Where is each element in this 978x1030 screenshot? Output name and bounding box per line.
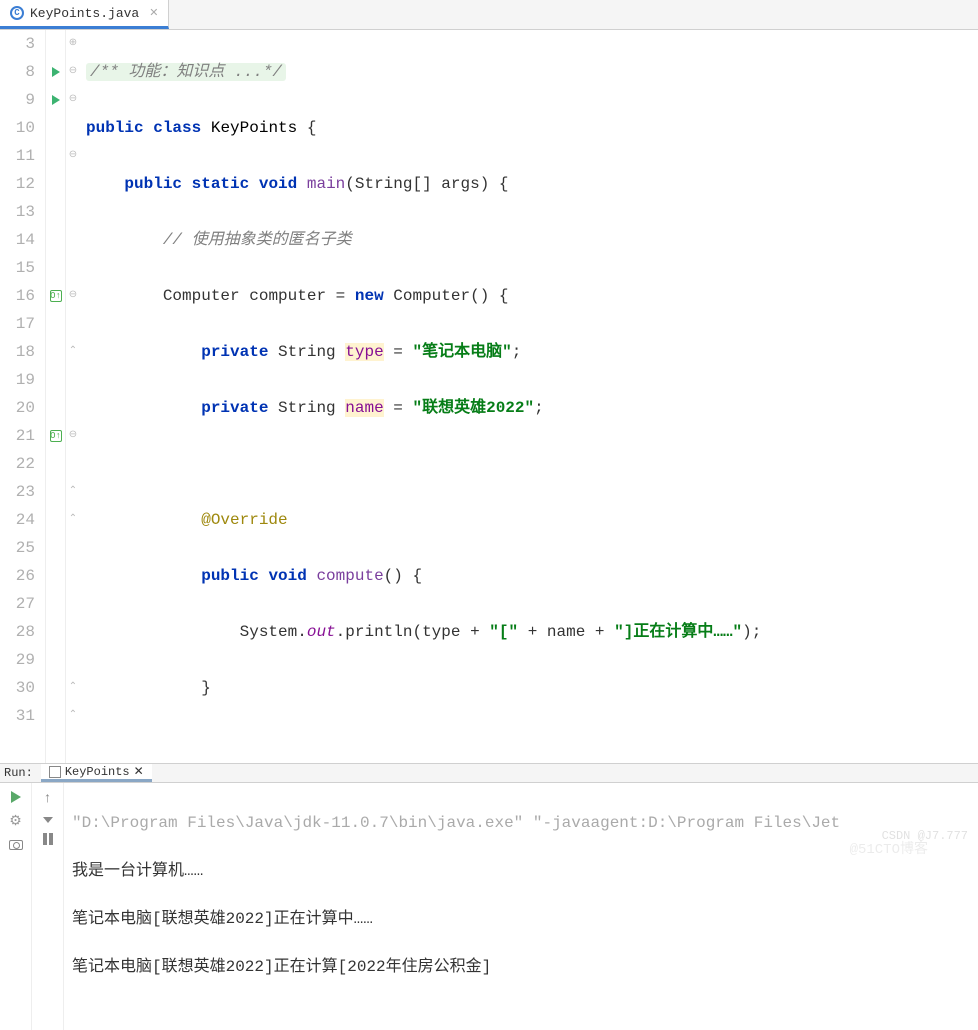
line-number: 8 — [0, 58, 41, 86]
fold-toggle[interactable]: ⊖ — [66, 58, 80, 86]
line-number: 21 — [0, 422, 41, 450]
console-output[interactable]: "D:\Program Files\Java\jdk-11.0.7\bin\ja… — [64, 783, 978, 1030]
run-class-icon[interactable] — [52, 67, 60, 77]
app-icon — [49, 766, 61, 778]
line-number: 16 — [0, 282, 41, 310]
doc-comment: /** 功能：知识点 ...*/ — [86, 63, 286, 81]
line-number: 17 — [0, 310, 41, 338]
fold-end[interactable]: ⌃ — [66, 702, 80, 730]
line-number: 15 — [0, 254, 41, 282]
fold-toggle[interactable]: ⊖ — [66, 86, 80, 114]
line-number: 22 — [0, 450, 41, 478]
line-number: 10 — [0, 114, 41, 142]
close-icon[interactable]: ✕ — [149, 6, 158, 20]
run-label: Run: — [4, 766, 33, 780]
close-icon[interactable]: ✕ — [134, 764, 144, 779]
editor-tab-bar: C KeyPoints.java ✕ — [0, 0, 978, 30]
fold-toggle[interactable]: ⊕ — [66, 30, 80, 58]
line-number: 28 — [0, 618, 41, 646]
line-number: 25 — [0, 534, 41, 562]
run-tabname: KeyPoints — [65, 765, 130, 779]
editor[interactable]: 3 8 9 10 11 12 13 14 15 16 17 18 19 20 2… — [0, 30, 978, 763]
line-number: 29 — [0, 646, 41, 674]
line-number: 20 — [0, 394, 41, 422]
run-tab[interactable]: KeyPoints ✕ — [41, 764, 152, 782]
fold-end[interactable]: ⌃ — [66, 478, 80, 506]
fold-end[interactable]: ⌃ — [66, 674, 80, 702]
console-command: "D:\Program Files\Java\jdk-11.0.7\bin\ja… — [72, 811, 970, 835]
console-line: 笔记本电脑[联想英雄2022]正在计算[2022年住房公积金] — [72, 955, 970, 979]
run-panel: Run: KeyPoints ✕ ⚙ ↑ "D:\Program Files\J… — [0, 763, 978, 903]
fold-toggle[interactable]: ⊖ — [66, 422, 80, 450]
console-line: 我是一台计算机…… — [72, 859, 970, 883]
run-button[interactable] — [11, 791, 21, 803]
fold-toggle[interactable]: ⊖ — [66, 282, 80, 310]
line-number: 11 — [0, 142, 41, 170]
tab-filename: KeyPoints.java — [30, 6, 139, 21]
fold-gutter: ⊕ ⊖ ⊖ ⊖ ⊖ ⌃ ⊖ ⌃ ⌃ ⌃ ⌃ — [66, 30, 80, 763]
run-toolbar-2: ↑ — [32, 783, 64, 1030]
line-number: 9 — [0, 86, 41, 114]
line-number-gutter: 3 8 9 10 11 12 13 14 15 16 17 18 19 20 2… — [0, 30, 46, 763]
run-main-icon[interactable] — [52, 95, 60, 105]
tab-keypoints[interactable]: C KeyPoints.java ✕ — [0, 0, 169, 29]
line-number: 23 — [0, 478, 41, 506]
line-number: 26 — [0, 562, 41, 590]
line-number: 13 — [0, 198, 41, 226]
line-number: 3 — [0, 30, 41, 58]
line-number: 30 — [0, 674, 41, 702]
fold-end[interactable]: ⌃ — [66, 506, 80, 534]
line-number: 27 — [0, 590, 41, 618]
run-toolbar-1: ⚙ — [0, 783, 32, 1030]
code-content[interactable]: /** 功能：知识点 ...*/ public class KeyPoints … — [80, 30, 978, 763]
run-markers-gutter: O↑ O↑ — [46, 30, 66, 763]
java-class-icon: C — [10, 6, 24, 20]
override-icon[interactable]: O↑ — [50, 430, 62, 442]
console-line: 笔记本电脑[联想英雄2022]正在计算中…… — [72, 907, 970, 931]
line-number: 19 — [0, 366, 41, 394]
debug-button[interactable]: ⚙ — [9, 813, 22, 830]
run-panel-header: Run: KeyPoints ✕ — [0, 764, 978, 783]
line-number: 12 — [0, 170, 41, 198]
line-number: 14 — [0, 226, 41, 254]
line-number: 18 — [0, 338, 41, 366]
scroll-down-icon[interactable] — [43, 817, 53, 823]
line-number: 31 — [0, 702, 41, 730]
scroll-up-icon[interactable]: ↑ — [43, 791, 51, 807]
snapshot-button[interactable] — [9, 840, 23, 850]
fold-end[interactable]: ⌃ — [66, 338, 80, 366]
soft-wrap-icon[interactable] — [43, 833, 53, 845]
watermark: CSDN @J7.777 — [882, 829, 968, 843]
override-icon[interactable]: O↑ — [50, 290, 62, 302]
line-number: 24 — [0, 506, 41, 534]
fold-toggle[interactable]: ⊖ — [66, 142, 80, 170]
